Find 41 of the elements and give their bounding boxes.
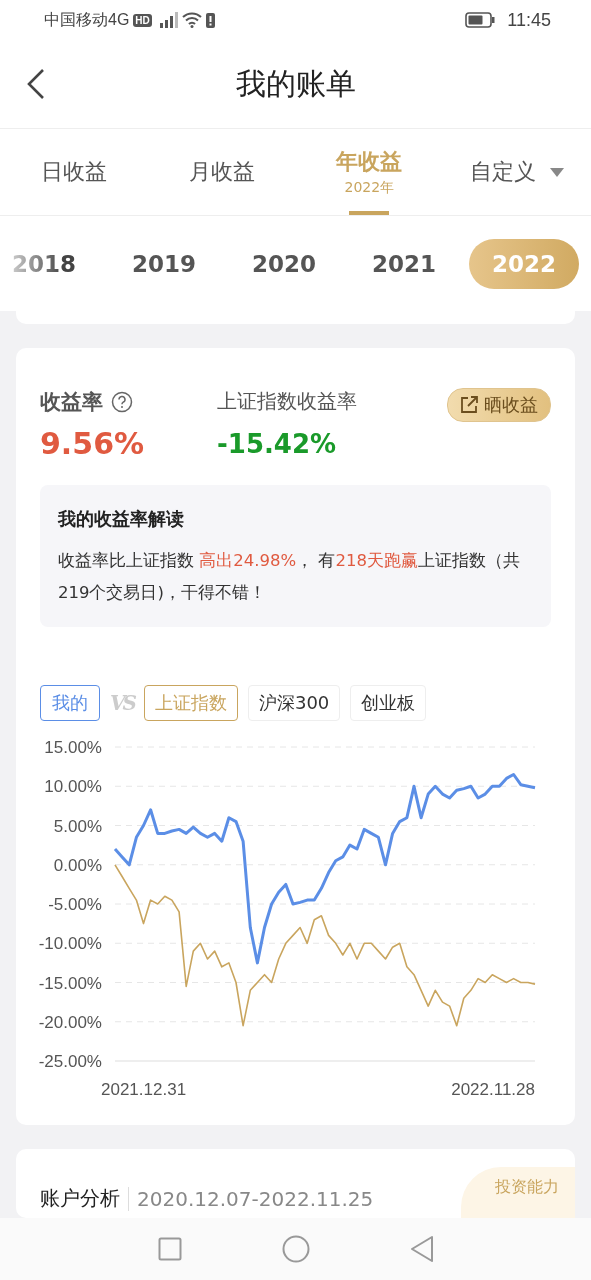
carrier-name: 中国移动4G bbox=[44, 9, 130, 30]
back-icon[interactable] bbox=[26, 68, 46, 100]
axis-label: -20.00% bbox=[38, 1013, 102, 1033]
axis-label: -10.00% bbox=[38, 934, 102, 954]
date-range: 2020.12.07-2022.11.25 bbox=[137, 1186, 374, 1211]
interpretation-title: 我的收益率解读 bbox=[58, 507, 185, 532]
index-return-value: -15.42% bbox=[217, 429, 338, 460]
year-tab[interactable]: 2018 bbox=[10, 238, 99, 289]
interpretation-text: 收益率比上证指数 高出24.98%， 有218天跑赢上证指数（共219个交易日)，干得不错！ bbox=[58, 550, 521, 605]
home-icon[interactable] bbox=[281, 1235, 310, 1263]
compare-button[interactable]: 创业板 bbox=[350, 685, 427, 722]
axis-label: -5.00% bbox=[48, 895, 102, 915]
period-tab[interactable]: 自定义 bbox=[443, 129, 591, 215]
battery-icon bbox=[465, 12, 496, 28]
axis-label: 2021.12.31 bbox=[101, 1080, 187, 1100]
recent-apps-icon[interactable] bbox=[157, 1237, 182, 1261]
alert-battery-icon bbox=[205, 12, 215, 28]
compare-button[interactable]: 沪深300 bbox=[247, 685, 341, 722]
axis-label: 0.00% bbox=[53, 856, 102, 876]
hd-badge: HD bbox=[133, 13, 152, 27]
wifi-icon bbox=[181, 12, 202, 28]
index-return-label: 上证指数收益率 bbox=[217, 388, 357, 416]
return-value: 9.56% bbox=[40, 426, 146, 462]
year-tab[interactable]: 2021 bbox=[348, 238, 459, 289]
axis-label: -25.00% bbox=[38, 1052, 102, 1072]
help-icon[interactable] bbox=[111, 391, 133, 414]
axis-label: 5.00% bbox=[53, 817, 102, 836]
account-title: 账户分析 bbox=[40, 1185, 120, 1213]
share-button[interactable]: 晒收益 bbox=[447, 388, 551, 423]
period-tab[interactable]: 日收益 bbox=[0, 129, 148, 215]
page-title: 我的账单 bbox=[235, 64, 356, 103]
share-icon bbox=[460, 396, 478, 415]
axis-label: -15.00% bbox=[38, 974, 102, 993]
axis-label: 2022.11.28 bbox=[451, 1080, 535, 1100]
year-tab[interactable]: 2019 bbox=[109, 238, 219, 289]
return-label: 收益率 bbox=[40, 389, 103, 417]
year-tab[interactable]: 2020 bbox=[228, 238, 339, 289]
period-tab[interactable]: 月收益 bbox=[147, 129, 296, 215]
axis-label: 15.00% bbox=[44, 738, 102, 758]
axis-label: 10.00% bbox=[44, 777, 102, 797]
clock-time: 11:45 bbox=[507, 9, 551, 31]
